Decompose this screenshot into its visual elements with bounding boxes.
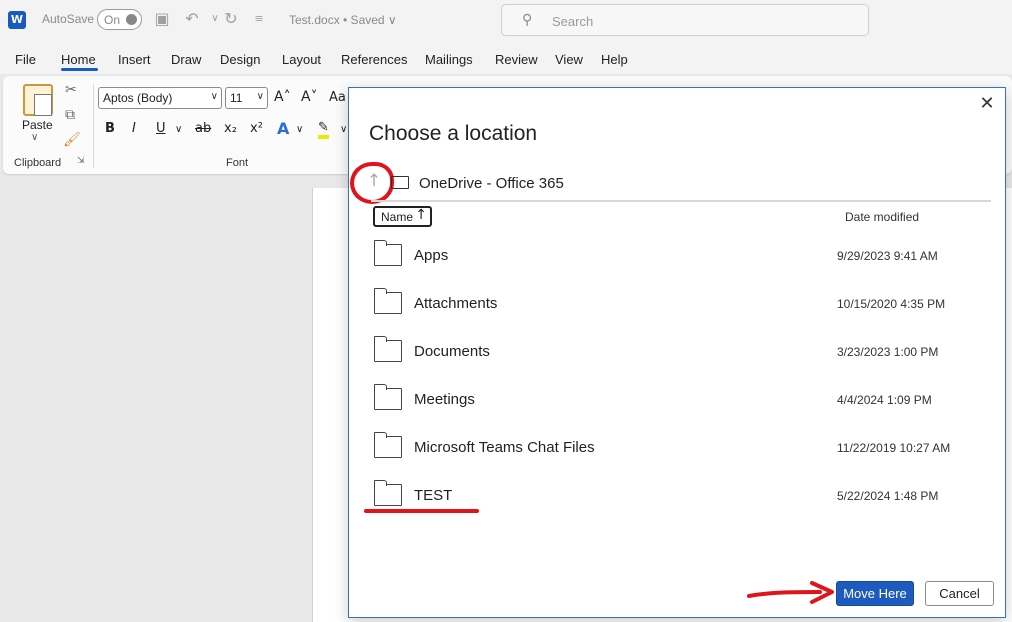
autosave-label: AutoSave	[42, 12, 95, 26]
column-header-name-label: Name	[381, 210, 414, 224]
underline-chevron-icon[interactable]: ∨	[175, 124, 182, 135]
clipboard-group-label: Clipboard	[14, 157, 62, 169]
annotation-circle	[350, 162, 394, 204]
list-item[interactable]: Apps 9/29/2023 9:41 AM	[369, 233, 989, 277]
tab-insert[interactable]: Insert	[118, 52, 151, 67]
grow-font-button[interactable]: A˄	[274, 89, 291, 105]
font-group-label: Font	[226, 157, 249, 169]
list-item[interactable]: Attachments 10/15/2020 4:35 PM	[369, 281, 989, 325]
text-effects-chevron-icon[interactable]: ∨	[296, 124, 303, 135]
tab-view[interactable]: View	[555, 52, 583, 67]
list-item[interactable]: Documents 3/23/2023 1:00 PM	[369, 329, 989, 373]
close-icon[interactable]: ✕	[977, 94, 997, 114]
list-item-date: 4/4/2024 1:09 PM	[837, 393, 932, 407]
document-title[interactable]: Test.docx • Saved ∨	[289, 13, 397, 27]
bold-button[interactable]: B	[105, 121, 115, 136]
strikethrough-button[interactable]: ab	[195, 121, 211, 136]
list-item-date: 3/23/2023 1:00 PM	[837, 345, 939, 359]
list-item[interactable]: Meetings 4/4/2024 1:09 PM	[369, 377, 989, 421]
list-item-date: 9/29/2023 9:41 AM	[837, 249, 938, 263]
word-icon: W	[8, 11, 26, 29]
list-item-name: Microsoft Teams Chat Files	[414, 439, 595, 456]
list-item-name: TEST	[414, 487, 453, 504]
group-divider	[93, 84, 94, 168]
list-item-date: 5/22/2024 1:48 PM	[837, 489, 939, 503]
tab-draw[interactable]: Draw	[171, 52, 201, 67]
tab-home[interactable]: Home	[61, 52, 96, 67]
tab-help[interactable]: Help	[601, 52, 628, 67]
folder-icon	[374, 432, 402, 458]
cut-icon[interactable]: ✂	[65, 82, 77, 98]
superscript-button[interactable]: x²	[250, 121, 263, 136]
highlight-icon[interactable]: ✎	[318, 121, 329, 139]
list-item-name: Documents	[414, 343, 490, 360]
font-name-value: Aptos (Body)	[103, 91, 173, 105]
shrink-font-button[interactable]: A˅	[301, 89, 318, 105]
customize-icon[interactable]: ≡	[249, 9, 269, 29]
tab-layout[interactable]: Layout	[282, 52, 321, 67]
chevron-down-icon: ∨	[256, 91, 264, 102]
move-here-button[interactable]: Move Here	[836, 581, 914, 606]
redo-icon[interactable]: ↻	[221, 9, 241, 29]
menu-bar: File Home Insert Draw Design Layout Refe…	[0, 42, 1012, 74]
format-painter-icon[interactable]: 🖌	[63, 132, 81, 148]
toggle-knob	[126, 14, 137, 25]
tab-mailings[interactable]: Mailings	[425, 52, 473, 67]
folder-icon	[374, 384, 402, 410]
breadcrumb-divider	[371, 200, 991, 202]
tab-design[interactable]: Design	[220, 52, 260, 67]
annotation-arrow-icon	[747, 581, 834, 604]
save-icon[interactable]: ▣	[152, 9, 172, 29]
subscript-button[interactable]: x₂	[224, 121, 237, 136]
tab-file[interactable]: File	[15, 52, 36, 67]
search-placeholder: Search	[552, 14, 594, 29]
list-item-name: Attachments	[414, 295, 498, 312]
change-case-button[interactable]: Aa	[329, 90, 346, 105]
title-bar: W AutoSave On ▣ ↶ ∨ ↻ ≡ Test.docx • Save…	[0, 0, 1012, 42]
breadcrumb[interactable]: OneDrive - Office 365	[419, 175, 564, 192]
list-item-name: Apps	[414, 247, 449, 264]
folder-icon	[374, 240, 402, 266]
column-header-date[interactable]: Date modified	[845, 210, 919, 224]
paste-button[interactable]: Paste	[22, 118, 53, 132]
choose-location-dialog: ✕ Choose a location ↑ OneDrive - Office …	[348, 87, 1006, 618]
list-item-date: 11/22/2019 10:27 AM	[837, 441, 951, 455]
paste-chevron-icon[interactable]: ∨	[31, 132, 38, 143]
dialog-title: Choose a location	[369, 122, 538, 145]
font-name-select[interactable]: Aptos (Body) ∨	[98, 87, 222, 109]
tab-references[interactable]: References	[341, 52, 407, 67]
highlight-chevron-icon[interactable]: ∨	[340, 124, 347, 135]
font-size-select[interactable]: 11 ∨	[225, 87, 268, 109]
folder-icon	[374, 288, 402, 314]
copy-icon[interactable]: ⧉	[65, 107, 75, 123]
folder-icon	[374, 336, 402, 362]
folder-icon	[391, 176, 409, 189]
text-effects-button[interactable]: A	[277, 119, 289, 138]
search-input[interactable]: ⚲ Search	[501, 4, 869, 36]
cancel-button[interactable]: Cancel	[925, 581, 994, 606]
tab-review[interactable]: Review	[495, 52, 538, 67]
list-item-date: 10/15/2020 4:35 PM	[837, 297, 946, 311]
active-tab-indicator	[61, 68, 98, 71]
column-header-name[interactable]: Name ↑	[373, 206, 432, 227]
underline-button[interactable]: U	[156, 121, 166, 136]
paste-icon[interactable]	[23, 84, 53, 116]
autosave-toggle[interactable]: On	[97, 9, 142, 30]
annotation-underline	[364, 509, 479, 513]
sort-ascending-icon: ↑	[415, 207, 427, 223]
undo-icon[interactable]: ↶	[182, 9, 202, 29]
folder-icon	[374, 480, 402, 506]
clipboard-launcher-icon[interactable]: ⇲	[77, 156, 85, 166]
list-item[interactable]: Microsoft Teams Chat Files 11/22/2019 10…	[369, 425, 989, 469]
italic-button[interactable]: I	[132, 121, 136, 136]
font-size-value: 11	[230, 91, 243, 105]
list-item-name: Meetings	[414, 391, 475, 408]
search-icon: ⚲	[522, 12, 533, 28]
autosave-state: On	[104, 13, 121, 27]
chevron-down-icon: ∨	[210, 91, 218, 102]
